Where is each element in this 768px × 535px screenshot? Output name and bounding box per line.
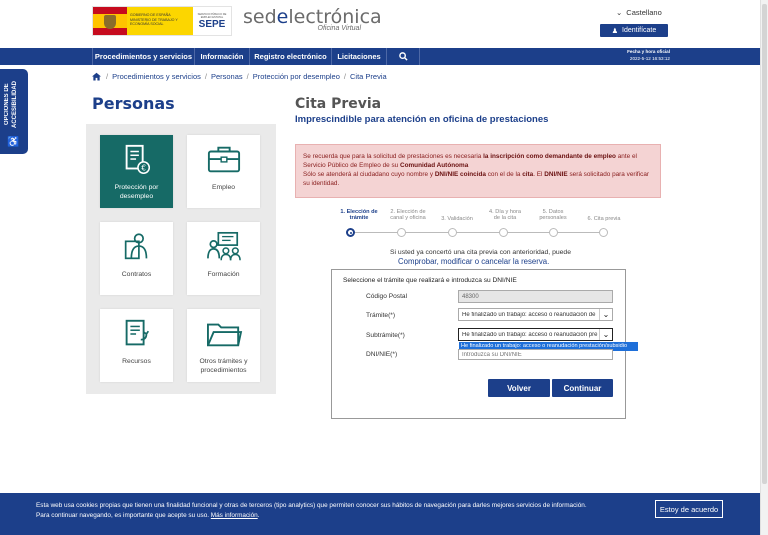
training-icon [206, 231, 241, 261]
tile-otros-tramites[interactable]: Otros trámites y procedimientos [187, 309, 260, 382]
home-icon[interactable] [91, 72, 102, 81]
step-label: 2. Elección de canal y oficina [390, 209, 426, 221]
subtramite-select[interactable]: He finalizado un trabajo: acceso o reanu… [458, 328, 613, 341]
step-dot [549, 228, 558, 237]
tile-label: Empleo [211, 184, 236, 191]
section-title: Personas [92, 94, 175, 113]
step-dot [499, 228, 508, 237]
tile-label: Formación [207, 271, 240, 278]
step-label: 1. Elección de trámite [340, 209, 378, 221]
cookie-text: Esta web usa cookies propias que tienen … [36, 502, 587, 509]
dni-label: DNI/NIE(*) [366, 351, 398, 358]
previous-appointment-text: Si usted ya concertó una cita previa con… [390, 249, 571, 256]
sepe-logo-text: SEPE [198, 18, 226, 30]
subtramite-label: Subtrámite(*) [366, 332, 405, 339]
tile-label: Protección por desempleo [114, 184, 159, 200]
identify-label: Identifícate [622, 27, 657, 34]
postal-code-label: Código Postal [366, 293, 408, 300]
tile-empleo[interactable]: Empleo [187, 135, 260, 208]
more-info-link[interactable]: Más información [211, 512, 258, 519]
tile-proteccion-desempleo[interactable]: € Protección por desempleo [100, 135, 173, 208]
continue-button[interactable]: Continuar [552, 379, 613, 397]
wheelchair-icon: ♿ [7, 137, 20, 148]
user-icon: ♟ [611, 27, 619, 35]
document-euro-icon: € [125, 144, 150, 174]
official-datetime: Fecha y hora oficial 2022-5-12 16:53:12 [614, 49, 670, 65]
nav-licitaciones[interactable]: Licitaciones [331, 48, 386, 65]
chevron-down-icon: ⌄ [599, 309, 612, 320]
step-label: 5. Datos personales [539, 209, 567, 221]
form-heading: Seleccione el trámite que realizará e in… [343, 277, 517, 284]
step-dot-current [346, 228, 355, 237]
ministry-text: GOBIERNO DE ESPAÑA MINISTERIO DE TRABAJO… [127, 7, 193, 35]
nav-procedimientos[interactable]: Procedimientos y servicios [92, 48, 194, 65]
chevron-down-icon: ⌄ [599, 329, 612, 340]
step-label: 6. Cita previa [587, 216, 621, 222]
datetime-value: 2022-5-12 16:53:12 [629, 55, 670, 61]
chevron-down-icon: ⌄ [616, 7, 623, 17]
tile-label: Contratos [121, 271, 152, 278]
accessibility-label: OPCIONES DE ACCESIBILIDAD [4, 80, 18, 128]
step-label: 4. Día y hora de la cita [488, 209, 522, 221]
tile-label: Otros trámites y procedimientos [199, 358, 248, 374]
step-label: 3. Validación [441, 216, 473, 222]
sede-electronica-logo[interactable]: sedelectrónica Oficina Virtual [243, 6, 382, 36]
info-alert: Se recuerda que para la solicitud de pre… [295, 144, 661, 198]
breadcrumb-current: Cita Previa [349, 71, 387, 81]
document-arrow-icon [125, 319, 149, 346]
spain-coat-of-arms-icon [93, 7, 127, 35]
sede-logo-pre: sed [243, 6, 277, 28]
breadcrumb-item[interactable]: Personas [211, 72, 243, 81]
briefcase-icon [207, 146, 240, 173]
page-title: Cita Previa [295, 96, 382, 112]
svg-text:€: € [141, 163, 146, 172]
tile-formacion[interactable]: Formación [187, 222, 260, 295]
breadcrumb-item[interactable]: Procedimientos y servicios [112, 72, 201, 81]
tile-label: Recursos [122, 358, 151, 365]
breadcrumb-item[interactable]: Protección por desempleo [253, 72, 340, 81]
search-button[interactable] [386, 48, 420, 65]
tramite-label: Trámite(*) [366, 312, 396, 319]
page-subtitle: Imprescindible para atención en oficina … [295, 114, 549, 125]
folder-icon [206, 323, 242, 347]
tile-recursos[interactable]: Recursos [100, 309, 173, 382]
person-document-icon [124, 233, 147, 260]
cookie-text-2: Para continuar navegando, es importante … [36, 512, 260, 519]
breadcrumb: / Procedimientos y servicios / Personas … [91, 70, 387, 82]
step-dot [599, 228, 608, 237]
back-button[interactable]: Volver [488, 379, 550, 397]
tramite-select[interactable]: He finalizado un trabajo: acceso o reanu… [458, 308, 613, 321]
sede-logo-e: e [276, 6, 289, 28]
dni-input[interactable] [458, 349, 613, 360]
nav-informacion[interactable]: Información [194, 48, 249, 65]
language-label: Castellano [626, 7, 662, 17]
nav-registro[interactable]: Registro electrónico [249, 48, 331, 65]
page-scrollbar[interactable] [760, 0, 768, 535]
step-dot [397, 228, 406, 237]
step-dot [448, 228, 457, 237]
language-selector[interactable]: ⌄ Castellano [616, 6, 668, 18]
government-logo[interactable]: GOBIERNO DE ESPAÑA MINISTERIO DE TRABAJO… [92, 6, 232, 36]
postal-code-field[interactable]: 48300 [458, 290, 613, 303]
search-icon [398, 52, 408, 61]
identify-button[interactable]: ♟ Identifícate [600, 24, 668, 37]
accept-cookies-button[interactable]: Estoy de acuerdo [655, 500, 723, 518]
manage-appointment-link[interactable]: Comprobar, modificar o cancelar la reser… [398, 257, 549, 266]
accessibility-options-tab[interactable]: OPCIONES DE ACCESIBILIDAD ♿ [0, 69, 28, 154]
tile-contratos[interactable]: Contratos [100, 222, 173, 295]
stepper-track [350, 232, 603, 233]
